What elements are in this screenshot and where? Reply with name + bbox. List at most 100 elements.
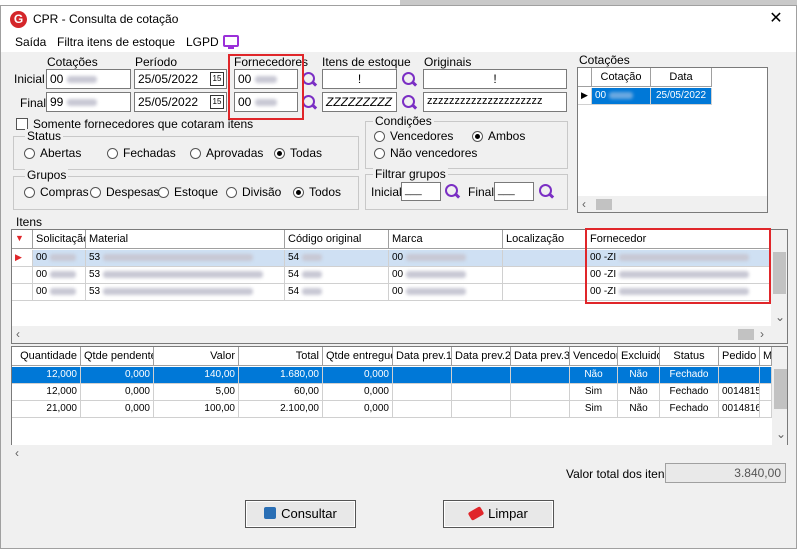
itens-estoque-inicial-input[interactable]: ! <box>322 69 397 89</box>
consultar-button[interactable]: Consultar <box>245 500 356 528</box>
scroll-left-icon[interactable]: ‹ <box>16 327 20 341</box>
data-cell[interactable]: 25/05/2022 <box>651 88 712 105</box>
horizontal-scrollbar[interactable]: ‹ › <box>12 326 787 343</box>
localizacao-cell[interactable] <box>503 284 587 301</box>
column-header-excluido[interactable]: Excluido <box>618 347 660 366</box>
status-cell[interactable]: Fechado <box>660 367 719 384</box>
vencedor-cell[interactable]: Não <box>570 367 618 384</box>
search-icon[interactable] <box>539 184 555 200</box>
menu-lgpd[interactable]: LGPD <box>186 35 219 49</box>
scrollbar-thumb[interactable] <box>773 252 786 294</box>
pendente-cell[interactable]: 0,000 <box>81 401 154 418</box>
cotacoes-inicial-input[interactable]: 00 <box>46 69 131 89</box>
status-abertas-radio[interactable] <box>24 148 35 159</box>
cotacoes-grid[interactable]: Cotação Data ▶ 00 25/05/2022 ‹ <box>577 67 768 213</box>
calendar-icon[interactable]: 15 <box>210 95 224 109</box>
search-icon[interactable] <box>445 184 461 200</box>
vertical-scrollbar[interactable]: ⌄ <box>771 230 787 326</box>
column-header-localizacao[interactable]: Localização <box>503 230 587 249</box>
vencedor-cell[interactable]: Sim <box>570 401 618 418</box>
column-header-quantidade[interactable]: Quantidade <box>12 347 81 366</box>
column-header-vencedor[interactable]: Vencedor <box>570 347 618 366</box>
status-cell[interactable]: Fechado <box>660 384 719 401</box>
column-header-total[interactable]: Total <box>239 347 323 366</box>
column-header-cotacao[interactable]: Cotação <box>592 68 651 87</box>
data-prev3-cell[interactable] <box>511 401 570 418</box>
data-prev1-cell[interactable] <box>393 401 452 418</box>
originais-inicial-input[interactable]: ! <box>423 69 567 89</box>
filtrar-grupos-inicial-input[interactable]: ___ <box>401 182 441 201</box>
scroll-down-icon[interactable]: ⌄ <box>775 310 785 324</box>
solicitacao-cell[interactable]: 00 <box>33 267 86 284</box>
scroll-down-icon[interactable]: ⌄ <box>776 427 786 441</box>
m-cell[interactable] <box>760 367 772 384</box>
cotacao-cell[interactable]: 00 <box>592 88 651 105</box>
valor-cell[interactable]: 140,00 <box>154 367 239 384</box>
data-prev2-cell[interactable] <box>452 384 511 401</box>
quantidade-cell[interactable]: 21,000 <box>12 401 81 418</box>
grupos-despesas-radio[interactable] <box>90 187 101 198</box>
material-cell[interactable]: 53 <box>86 267 285 284</box>
solicitacao-cell[interactable]: 00 <box>33 284 86 301</box>
scrollbar-thumb[interactable] <box>774 369 787 409</box>
data-prev2-cell[interactable] <box>452 367 511 384</box>
status-cell[interactable]: Fechado <box>660 401 719 418</box>
monitor-icon[interactable] <box>223 35 239 49</box>
quantidade-cell[interactable]: 12,000 <box>12 384 81 401</box>
marca-cell[interactable]: 00 <box>389 267 503 284</box>
data-prev2-cell[interactable] <box>452 401 511 418</box>
column-header-data[interactable]: Data <box>651 68 712 87</box>
column-header-m[interactable]: M <box>760 347 772 366</box>
search-icon[interactable] <box>302 72 318 88</box>
column-header-marca[interactable]: Marca <box>389 230 503 249</box>
codigo-cell[interactable]: 54 <box>285 267 389 284</box>
data-prev1-cell[interactable] <box>393 384 452 401</box>
column-header-solicitacao[interactable]: Solicitação <box>33 230 86 249</box>
scroll-left-icon[interactable]: ‹ <box>15 446 19 460</box>
localizacao-cell[interactable] <box>503 250 587 267</box>
total-cell[interactable]: 2.100,00 <box>239 401 323 418</box>
column-header-codigo-original[interactable]: Código original <box>285 230 389 249</box>
column-header-valor[interactable]: Valor <box>154 347 239 366</box>
search-icon[interactable] <box>402 72 418 88</box>
excluido-cell[interactable]: Não <box>618 384 660 401</box>
codigo-cell[interactable]: 54 <box>285 284 389 301</box>
filtrar-grupos-final-input[interactable]: ___ <box>494 182 534 201</box>
detalhes-horizontal-scrollbar[interactable]: ‹ <box>11 445 788 462</box>
itens-estoque-final-input[interactable]: ZZZZZZZZZ <box>322 92 397 112</box>
data-prev1-cell[interactable] <box>393 367 452 384</box>
excluido-cell[interactable]: Não <box>618 367 660 384</box>
search-icon[interactable] <box>402 95 418 111</box>
close-icon[interactable]: ✕ <box>765 8 787 30</box>
scroll-left-icon[interactable]: ‹ <box>582 197 586 211</box>
column-header-qtde-entregue[interactable]: Qtde entregue <box>323 347 393 366</box>
m-cell[interactable] <box>760 384 772 401</box>
vertical-scrollbar[interactable]: ⌄ <box>772 347 787 445</box>
menu-saida[interactable]: Saída <box>15 35 46 49</box>
column-header-qtde-pendente[interactable]: Qtde pendente <box>81 347 154 366</box>
excluido-cell[interactable]: Não <box>618 401 660 418</box>
cotacoes-final-input[interactable]: 99 <box>46 92 131 112</box>
material-cell[interactable]: 53 <box>86 250 285 267</box>
entregue-cell[interactable]: 0,000 <box>323 367 393 384</box>
scrollbar-thumb[interactable] <box>596 199 612 210</box>
status-fechadas-radio[interactable] <box>107 148 118 159</box>
pendente-cell[interactable]: 0,000 <box>81 384 154 401</box>
pedido-cell[interactable]: 0014815 <box>719 384 760 401</box>
grupos-todos-radio[interactable] <box>293 187 304 198</box>
vencedor-cell[interactable]: Sim <box>570 384 618 401</box>
column-header-data-prev3[interactable]: Data prev.3 <box>511 347 570 366</box>
grupos-divisao-radio[interactable] <box>226 187 237 198</box>
pedido-cell[interactable] <box>719 367 760 384</box>
calendar-icon[interactable]: 15 <box>210 72 224 86</box>
scroll-right-icon[interactable]: › <box>760 327 764 341</box>
horizontal-scrollbar[interactable]: ‹ <box>578 196 767 212</box>
total-cell[interactable]: 60,00 <box>239 384 323 401</box>
limpar-button[interactable]: Limpar <box>443 500 554 528</box>
grupos-estoque-radio[interactable] <box>158 187 169 198</box>
column-header-status[interactable]: Status <box>660 347 719 366</box>
codigo-cell[interactable]: 54 <box>285 250 389 267</box>
grupos-compras-radio[interactable] <box>24 187 35 198</box>
entregue-cell[interactable]: 0,000 <box>323 401 393 418</box>
column-header-material[interactable]: Material <box>86 230 285 249</box>
